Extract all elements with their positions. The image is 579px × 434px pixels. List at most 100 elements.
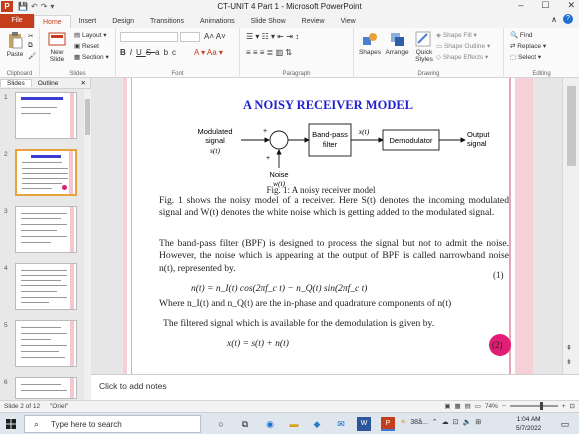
cortana-icon[interactable]: ○: [214, 417, 228, 431]
reading-view-icon[interactable]: ▤: [465, 402, 471, 410]
shapes-icon: [363, 33, 377, 45]
tab-slide-show[interactable]: Slide Show: [243, 15, 294, 28]
zoom-out-icon[interactable]: −: [502, 403, 506, 410]
task-view-icon[interactable]: ⧉: [238, 417, 252, 431]
paragraph-2: The band-pass filter (BPF) is designed t…: [159, 238, 509, 274]
layout-button[interactable]: ▤ Layout ▾: [74, 31, 107, 39]
notes-pane[interactable]: Click to add notes: [91, 374, 579, 400]
collapse-ribbon-icon[interactable]: ∧: [551, 15, 557, 24]
tab-home[interactable]: Home: [34, 15, 71, 28]
find-button[interactable]: 🔍 Find: [510, 31, 533, 39]
format-painter-icon[interactable]: 🖌: [28, 52, 36, 60]
edge-browser-icon[interactable]: ◉: [263, 417, 277, 431]
shapes-button[interactable]: Shapes: [358, 31, 382, 56]
equation-1-number: (1): [493, 270, 504, 280]
new-slide-button[interactable]: New Slide: [44, 31, 70, 63]
weather-icon[interactable]: ☀: [400, 418, 406, 426]
word-app-icon[interactable]: W: [357, 417, 371, 431]
store-icon[interactable]: ◆: [310, 417, 324, 431]
theme-name: "Oriel": [50, 403, 69, 410]
reset-button[interactable]: ▣ Reset: [74, 42, 99, 50]
cut-icon[interactable]: ✂: [28, 32, 33, 40]
normal-view-icon[interactable]: ▣: [444, 402, 450, 410]
bullets-icon[interactable]: ☰ ▾ ☷ ▾ ⇤ ⇥ ↕: [246, 32, 299, 41]
taskbar-search-box[interactable]: ⌕ Type here to search: [24, 415, 201, 433]
next-slide-icon[interactable]: ⇟: [566, 358, 572, 366]
slide-sorter-icon[interactable]: ▦: [454, 402, 460, 410]
network-icon[interactable]: ⊡: [453, 418, 459, 426]
copy-icon[interactable]: ⧉: [28, 42, 33, 50]
quick-styles-button[interactable]: Quick Styles: [412, 31, 434, 63]
select-button[interactable]: ⬚ Select ▾: [510, 53, 541, 61]
tab-slides-panel[interactable]: Slides: [0, 79, 32, 87]
shadow-button[interactable]: abc: [155, 48, 180, 57]
tab-design[interactable]: Design: [104, 15, 142, 28]
tab-view[interactable]: View: [333, 15, 364, 28]
slide-thumbnail-4[interactable]: 4: [0, 263, 84, 317]
slide-thumbnail-2[interactable]: 2: [0, 149, 84, 203]
onedrive-icon[interactable]: ☁: [442, 418, 449, 426]
slide-thumbnail-3[interactable]: 3: [0, 206, 84, 260]
font-name-combo[interactable]: [120, 32, 178, 42]
shape-fill-button[interactable]: ◈ Shape Fill ▾: [436, 31, 477, 39]
grow-shrink-font-icon[interactable]: A˄ A˅: [204, 32, 226, 41]
slide-thumbnail-1[interactable]: 1: [0, 92, 84, 146]
align-icon[interactable]: ≡ ≡ ≡ ≣ ▥ ⇅: [246, 48, 292, 57]
replace-button[interactable]: ⇄ Replace ▾: [510, 42, 546, 50]
bold-button[interactable]: B: [120, 48, 130, 57]
previous-slide-icon[interactable]: ⇞: [566, 344, 572, 352]
slide[interactable]: A NOISY RECEIVER MODEL Modulated signal …: [123, 78, 533, 374]
tab-animations[interactable]: Animations: [192, 15, 243, 28]
windows-start-icon[interactable]: [6, 419, 16, 429]
plus-left-sign: +: [263, 128, 267, 135]
minimize-button[interactable]: –: [518, 0, 523, 11]
window-title: CT-UNIT 4 Part 1 - Microsoft PowerPoint: [217, 2, 362, 11]
font-size-combo[interactable]: [180, 32, 200, 42]
tab-file[interactable]: File: [0, 14, 34, 28]
slideshow-view-icon[interactable]: ▭: [475, 402, 481, 410]
layout-label: Layout: [81, 32, 102, 39]
tab-insert[interactable]: Insert: [71, 15, 105, 28]
slides-panel-scrollbar[interactable]: [84, 89, 91, 400]
font-color-icon[interactable]: A ▾ Aa ▾: [194, 48, 223, 57]
shape-fill-label: Shape Fill: [442, 32, 472, 39]
shape-effects-button[interactable]: ◇ Shape Effects ▾: [436, 53, 488, 61]
quick-access-toolbar[interactable]: 💾↶↷▾: [18, 2, 57, 11]
help-icon[interactable]: ?: [563, 14, 573, 24]
tab-review[interactable]: Review: [294, 15, 333, 28]
tab-outline-panel[interactable]: Outline: [32, 80, 65, 87]
taskbar-clock[interactable]: 1:04 AM 5/7/2022: [516, 415, 541, 433]
strikethrough-button[interactable]: S: [146, 48, 155, 57]
volume-icon[interactable]: 🔈: [463, 418, 472, 426]
slide-thumbnail-5[interactable]: 5: [0, 320, 84, 374]
tray-chevron-icon[interactable]: ⌃: [432, 418, 438, 426]
tab-transitions[interactable]: Transitions: [142, 15, 192, 28]
underline-button[interactable]: U: [136, 48, 146, 57]
arrange-label: Arrange: [385, 49, 409, 56]
zoom-slider[interactable]: [509, 402, 558, 410]
zoom-in-icon[interactable]: +: [562, 403, 566, 410]
powerpoint-app-icon[interactable]: P: [381, 417, 395, 431]
scroll-thumb[interactable]: [567, 86, 576, 166]
arrange-button[interactable]: Arrange: [384, 31, 410, 56]
shape-outline-button[interactable]: ▭ Shape Outline ▾: [436, 42, 490, 50]
language-icon[interactable]: ⊞: [475, 418, 481, 426]
clipboard-group-label: Clipboard: [6, 71, 33, 77]
zoom-level[interactable]: 74%: [485, 403, 498, 410]
new-slide-icon: [48, 32, 66, 46]
paste-label: Paste: [6, 51, 24, 58]
mail-icon[interactable]: ✉: [334, 417, 348, 431]
notification-icon[interactable]: ▭: [558, 417, 572, 431]
equation-2-number: (2): [492, 340, 503, 350]
file-explorer-icon[interactable]: ▬: [287, 417, 301, 431]
components-sentence: Where n_I(t) and n_Q(t) are the in-phase…: [159, 298, 452, 309]
paste-button[interactable]: Paste: [4, 31, 26, 58]
thumbnail-preview: [15, 149, 77, 196]
section-button[interactable]: ▦ Section ▾: [74, 53, 109, 61]
close-button[interactable]: ✕: [567, 0, 575, 11]
restore-button[interactable]: ☐: [541, 0, 549, 11]
fit-slide-icon[interactable]: ⊡: [570, 402, 575, 410]
close-panel-icon[interactable]: ✕: [75, 79, 90, 87]
editing-group-label: Editing: [532, 71, 551, 77]
slide-vertical-scrollbar[interactable]: ⇞ ⇟: [562, 78, 579, 374]
